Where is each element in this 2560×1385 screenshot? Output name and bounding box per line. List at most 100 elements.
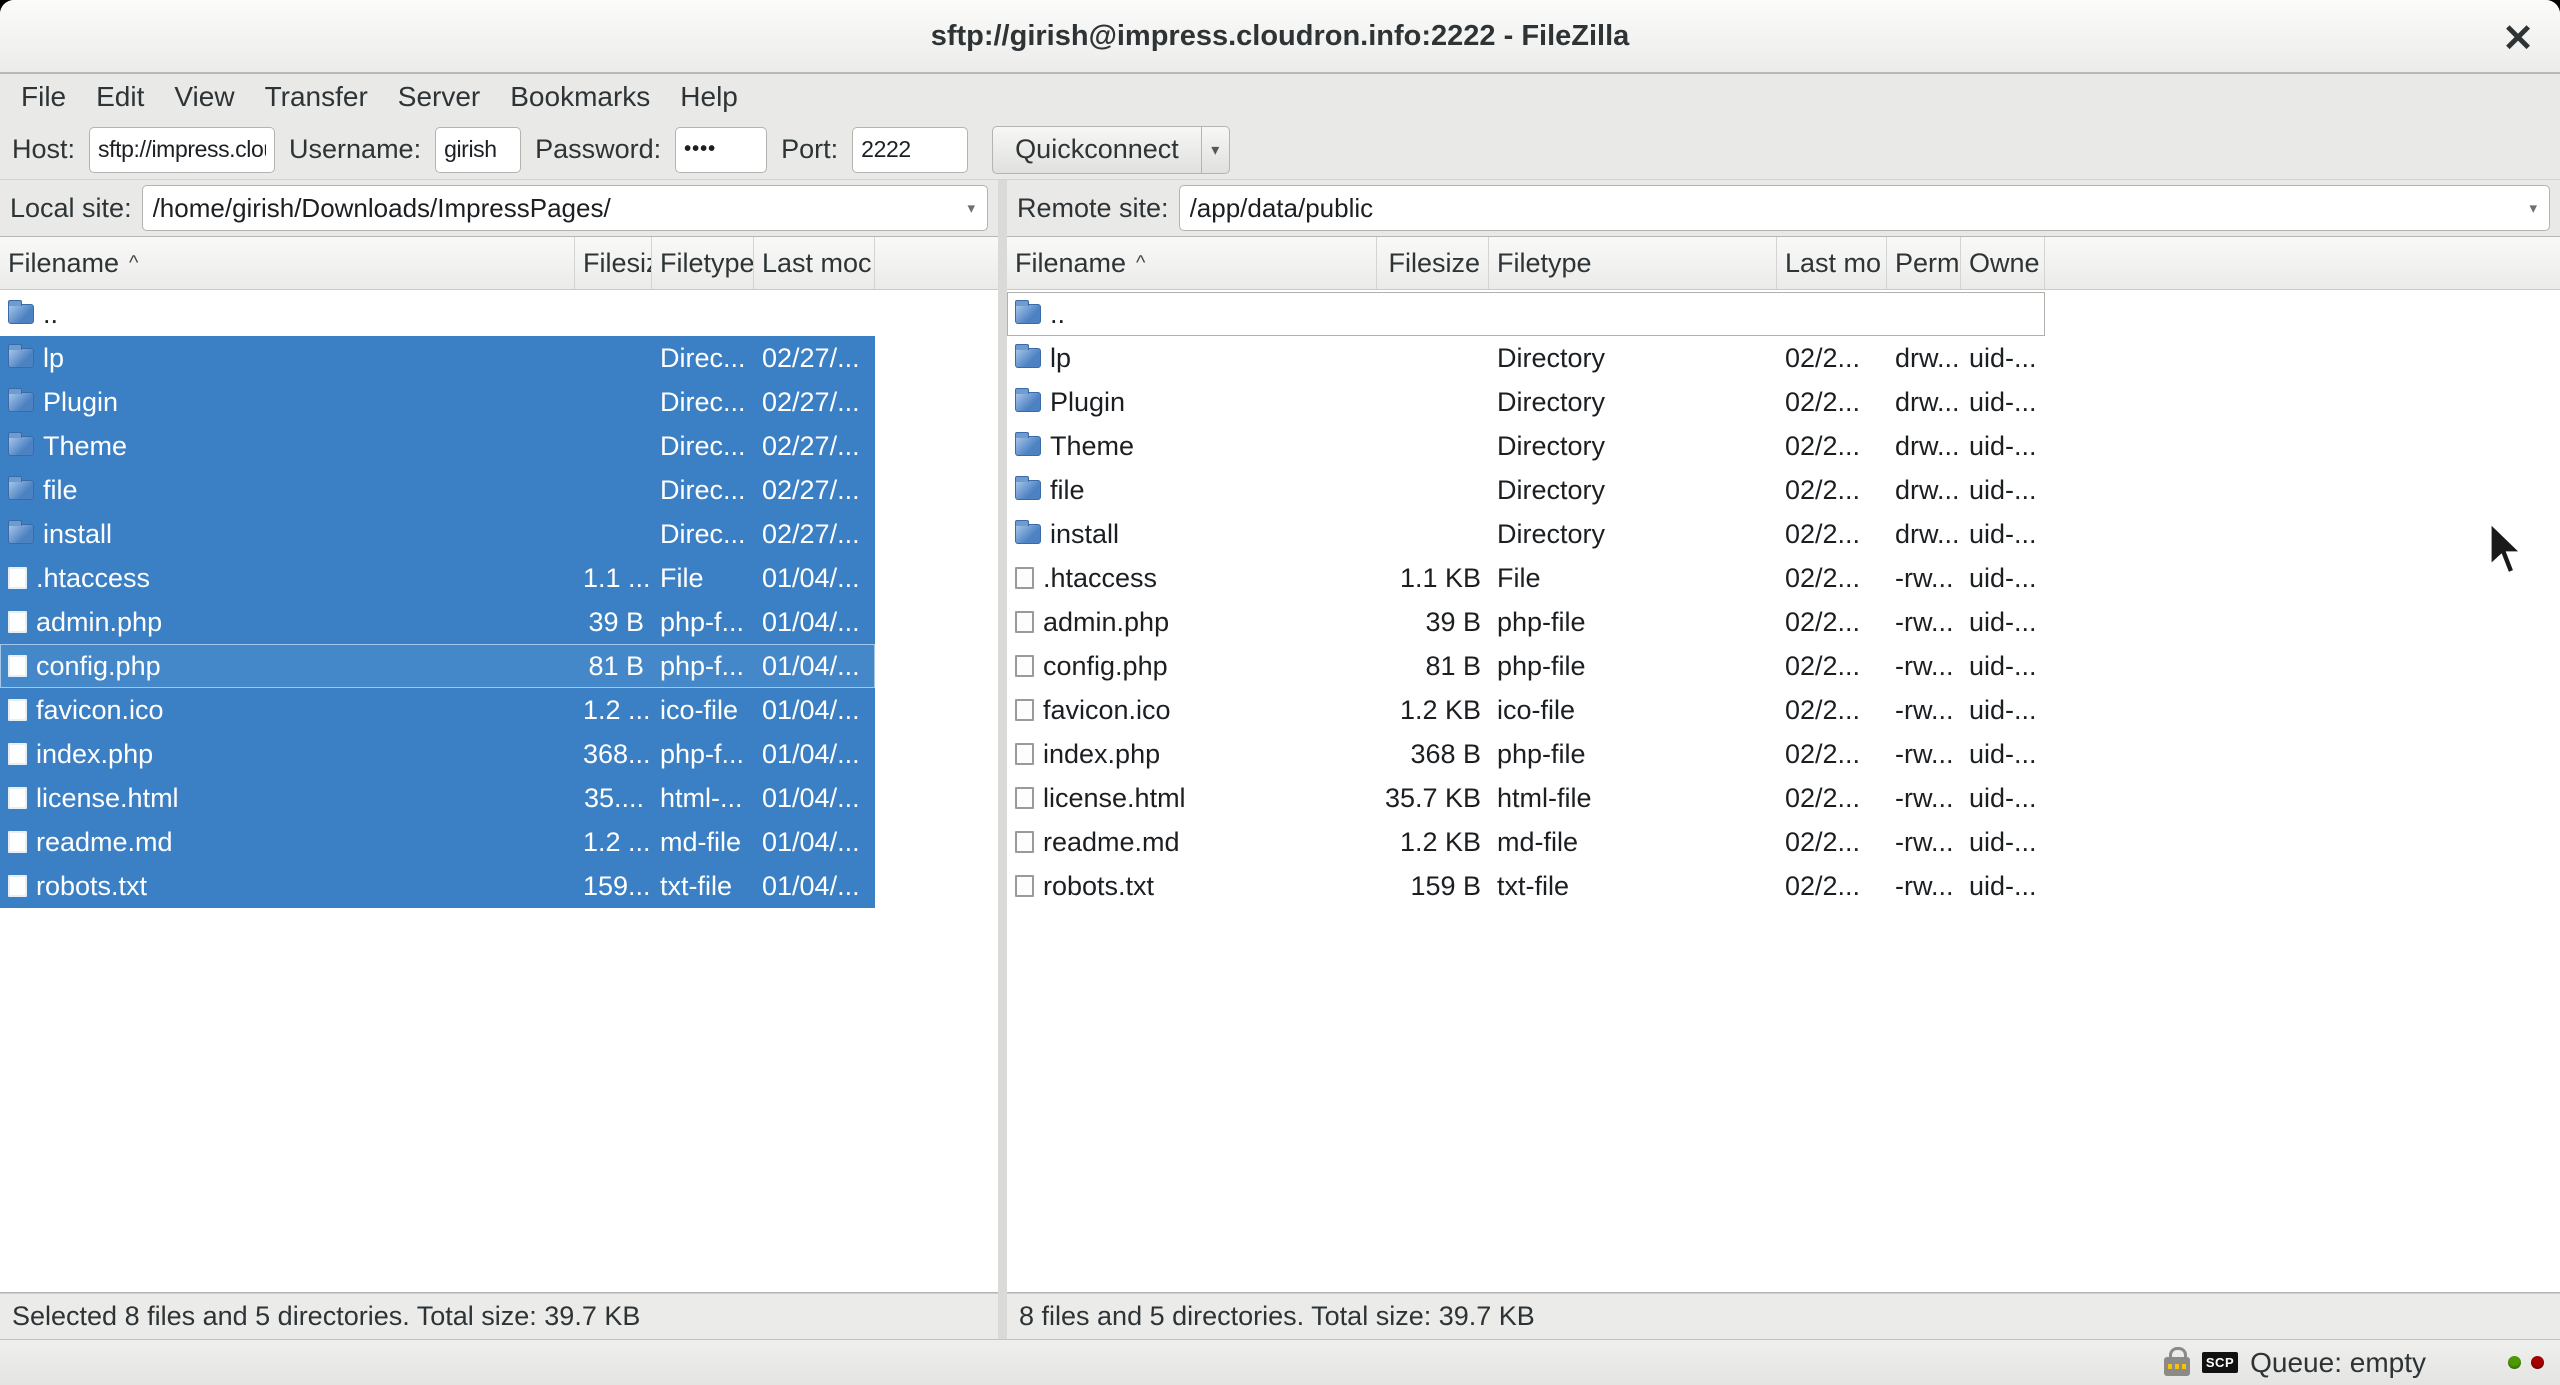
quickconnect-dropdown-icon[interactable]: ▾	[1201, 125, 1230, 174]
remote-col-filesize[interactable]: Filesize	[1377, 237, 1489, 289]
file-owner-cell: uid-...	[1969, 694, 2037, 725]
file-row[interactable]: index.php 368... php-f... 01/04/...	[0, 732, 875, 776]
file-row[interactable]: admin.php 39 B php-file 02/2... -rw... uid-..…	[1007, 600, 2045, 644]
file-row[interactable]: Theme Directory 02/2... drw... uid-...	[1007, 424, 2045, 468]
file-icon	[1015, 655, 1034, 677]
file-modified-cell: 02/27/...	[762, 474, 860, 505]
remote-col-filetype[interactable]: Filetype	[1489, 237, 1777, 289]
activity-leds	[2508, 1356, 2544, 1369]
remote-col-permissions[interactable]: Permi	[1887, 237, 1961, 289]
file-name-cell: config.php	[1007, 651, 1377, 682]
password-input[interactable]	[675, 126, 768, 173]
file-name: config.php	[1043, 650, 1168, 681]
file-name-cell: install	[1007, 519, 1377, 550]
file-row[interactable]: readme.md 1.2 KB md-file 02/2... -rw... uid-.…	[1007, 820, 2045, 864]
menu-file[interactable]: File	[8, 77, 79, 117]
file-filetype-cell: Directory	[1497, 474, 1606, 505]
file-icon	[1015, 699, 1034, 721]
file-filetype-cell: php-f...	[660, 606, 745, 637]
host-input[interactable]	[89, 126, 276, 173]
file-name: ..	[43, 298, 59, 329]
local-list-header: Filename ^ Filesiz Filetype Last moc	[0, 237, 998, 290]
file-perms-cell: -rw...	[1895, 606, 1954, 637]
file-size-cell: 35.7 KB	[1385, 782, 1482, 813]
file-modified-cell: 02/27/...	[762, 386, 860, 417]
file-size-cell: 1.1 KB	[1399, 562, 1481, 593]
close-icon[interactable]: ✕	[2492, 12, 2544, 64]
file-row[interactable]: favicon.ico 1.2 ... ico-file 01/04/...	[0, 688, 875, 732]
local-site-dropdown-icon[interactable]: ▾	[961, 199, 981, 217]
menu-edit[interactable]: Edit	[83, 77, 157, 117]
remote-col-filename[interactable]: Filename ^	[1007, 237, 1377, 289]
menu-transfer[interactable]: Transfer	[252, 77, 381, 117]
file-row[interactable]: ..	[0, 292, 875, 336]
pane-splitter[interactable]	[998, 180, 1007, 1339]
file-perms-cell: -rw...	[1895, 562, 1954, 593]
remote-col-lastmod[interactable]: Last mo	[1777, 237, 1887, 289]
file-row[interactable]: install Directory 02/2... drw... uid-...	[1007, 512, 2045, 556]
folder-icon	[1015, 476, 1041, 500]
file-name: Theme	[43, 430, 128, 461]
file-row[interactable]: lp Directory 02/2... drw... uid-...	[1007, 336, 2045, 380]
file-name: admin.php	[36, 606, 163, 637]
local-col-filename[interactable]: Filename ^	[0, 237, 575, 289]
menu-view[interactable]: View	[161, 77, 247, 117]
remote-col-owner[interactable]: Owne	[1961, 237, 2045, 289]
menu-server[interactable]: Server	[385, 77, 493, 117]
file-row[interactable]: Plugin Direc... 02/27/...	[0, 380, 875, 424]
file-filetype-cell: txt-file	[660, 870, 733, 901]
file-filetype-cell: md-file	[660, 826, 742, 857]
file-row[interactable]: lp Direc... 02/27/...	[0, 336, 875, 380]
file-row[interactable]: index.php 368 B php-file 02/2... -rw... uid-.…	[1007, 732, 2045, 776]
menu-bookmarks[interactable]: Bookmarks	[497, 77, 663, 117]
folder-icon	[8, 476, 34, 500]
file-row[interactable]: Plugin Directory 02/2... drw... uid-...	[1007, 380, 2045, 424]
file-row[interactable]: license.html 35.... html-... 01/04/...	[0, 776, 875, 820]
remote-site-combo[interactable]: /app/data/public ▾	[1178, 185, 2550, 231]
file-row[interactable]: .htaccess 1.1 ... File 01/04/...	[0, 556, 875, 600]
username-input[interactable]	[435, 126, 522, 173]
file-row[interactable]: robots.txt 159... txt-file 01/04/...	[0, 864, 875, 908]
file-row[interactable]: file Directory 02/2... drw... uid-...	[1007, 468, 2045, 512]
file-name: config.php	[36, 650, 161, 681]
file-icon	[1015, 831, 1034, 853]
file-row[interactable]: ..	[1007, 292, 2045, 336]
titlebar[interactable]: sftp://girish@impress.cloudron.info:2222…	[0, 0, 2560, 74]
local-file-area: Filename ^ Filesiz Filetype Last moc .. lp…	[0, 236, 998, 1293]
file-owner-cell: uid-...	[1969, 606, 2037, 637]
file-name-cell: file	[0, 475, 575, 506]
file-row[interactable]: readme.md 1.2 ... md-file 01/04/...	[0, 820, 875, 864]
password-label: Password:	[535, 134, 662, 164]
file-row[interactable]: admin.php 39 B php-f... 01/04/...	[0, 600, 875, 644]
local-site-combo[interactable]: /home/girish/Downloads/ImpressPages/ ▾	[141, 185, 988, 231]
file-row[interactable]: favicon.ico 1.2 KB ico-file 02/2... -rw... ui…	[1007, 688, 2045, 732]
file-row[interactable]: file Direc... 02/27/...	[0, 468, 875, 512]
queue-status-text: Queue: empty	[2250, 1346, 2426, 1378]
local-col-filetype[interactable]: Filetype	[652, 237, 754, 289]
file-filetype-cell: ico-file	[1497, 694, 1576, 725]
file-name: index.php	[36, 738, 154, 769]
file-name: install	[1050, 518, 1120, 549]
local-col-filesize[interactable]: Filesiz	[575, 237, 652, 289]
file-perms-cell: drw...	[1895, 474, 1960, 505]
file-name-cell: Theme	[1007, 431, 1377, 462]
local-col-lastmod[interactable]: Last moc	[754, 237, 875, 289]
port-input[interactable]	[852, 126, 969, 173]
file-row[interactable]: .htaccess 1.1 KB File 02/2... -rw... uid-...	[1007, 556, 2045, 600]
file-row[interactable]: install Direc... 02/27/...	[0, 512, 875, 556]
file-row[interactable]: config.php 81 B php-f... 01/04/...	[0, 644, 875, 688]
file-modified-cell: 01/04/...	[762, 694, 860, 725]
file-size-cell: 368...	[583, 738, 651, 769]
file-name: favicon.ico	[36, 694, 164, 725]
folder-icon	[1015, 300, 1041, 324]
protocol-badge: SCP	[2201, 1352, 2239, 1373]
filezilla-window: sftp://girish@impress.cloudron.info:2222…	[0, 0, 2560, 1385]
menubar: File Edit View Transfer Server Bookmarks…	[0, 74, 2560, 120]
quickconnect-button[interactable]: Quickconnect	[992, 125, 1202, 174]
remote-site-dropdown-icon[interactable]: ▾	[2523, 199, 2543, 217]
file-row[interactable]: robots.txt 159 B txt-file 02/2... -rw... uid-…	[1007, 864, 2045, 908]
file-row[interactable]: license.html 35.7 KB html-file 02/2... -rw..…	[1007, 776, 2045, 820]
menu-help[interactable]: Help	[667, 77, 751, 117]
file-row[interactable]: config.php 81 B php-file 02/2... -rw... uid-.…	[1007, 644, 2045, 688]
file-row[interactable]: Theme Direc... 02/27/...	[0, 424, 875, 468]
